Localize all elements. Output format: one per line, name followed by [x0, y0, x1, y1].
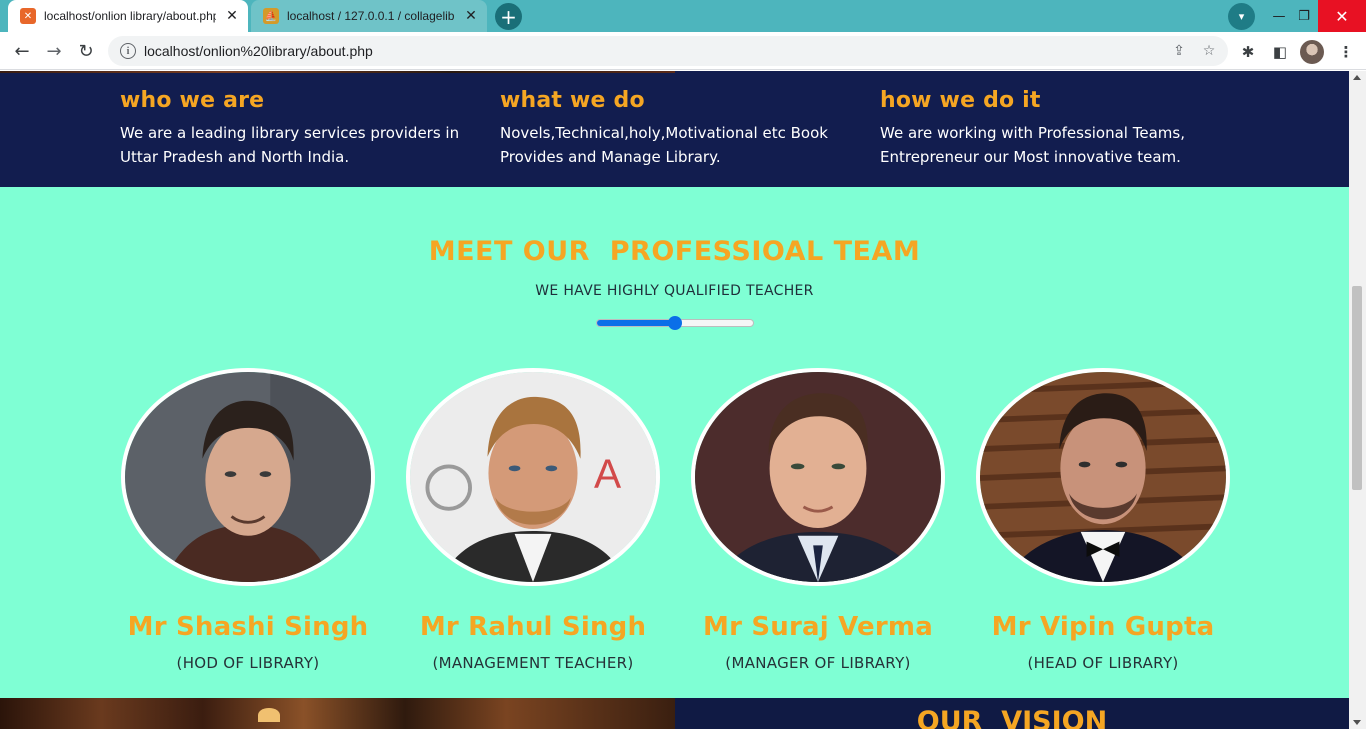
close-tab-icon[interactable]: ✕	[222, 6, 242, 26]
member-photo	[121, 368, 375, 586]
info-text: We are working with Professional Teams, …	[880, 124, 1185, 166]
member-photo: A	[406, 368, 660, 586]
page-viewport: who we are We are a leading library serv…	[0, 71, 1349, 729]
scroll-up-icon[interactable]	[1353, 75, 1361, 80]
side-panel-icon[interactable]: ◧	[1268, 40, 1292, 64]
member-role: (MANAGEMENT TEACHER)	[432, 654, 634, 672]
title-divider-fill	[597, 320, 675, 326]
tab-title: localhost / 127.0.0.1 / collagelibrary	[287, 9, 455, 23]
browser-toolbar: ← → ↻ i localhost/onlion%20library/about…	[0, 32, 1366, 70]
info-text: We are a leading library services provid…	[120, 124, 460, 166]
info-band: who we are We are a leading library serv…	[0, 71, 1349, 187]
xampp-icon: ✕	[20, 8, 36, 24]
page-scrollbar[interactable]	[1349, 71, 1366, 729]
member-name: Mr Suraj Verma	[703, 612, 933, 642]
site-info-icon[interactable]: i	[120, 43, 136, 59]
info-column-what: what we do Novels,Technical,holy,Motivat…	[500, 88, 860, 169]
info-heading: who we are	[120, 88, 265, 113]
team-member-card: Mr Vipin Gupta (HEAD OF LIBRARY)	[973, 368, 1233, 672]
tab-strip: ✕ localhost/onlion library/about.php ✕ ⛵…	[0, 0, 1366, 32]
team-member-card: Mr Suraj Verma (MANAGER OF LIBRARY)	[688, 368, 948, 672]
member-role: (HEAD OF LIBRARY)	[1027, 654, 1179, 672]
tab-search-icon[interactable]: ▾	[1228, 3, 1255, 30]
tab-title: localhost/onlion library/about.php	[44, 9, 216, 23]
close-window-icon[interactable]: ✕	[1318, 0, 1366, 32]
info-text: Novels,Technical,holy,Motivational etc B…	[500, 124, 828, 166]
phpmyadmin-icon: ⛵	[263, 8, 279, 24]
member-role: (MANAGER OF LIBRARY)	[725, 654, 911, 672]
banner-image-edge	[0, 71, 675, 73]
member-role: (HOD OF LIBRARY)	[176, 654, 320, 672]
title-divider	[596, 316, 754, 330]
tab-about[interactable]: ✕ localhost/onlion library/about.php ✕	[8, 0, 248, 32]
library-image	[0, 698, 675, 729]
team-subtitle: WE HAVE HIGHLY QUALIFIED TEACHER	[535, 283, 814, 299]
back-icon[interactable]: ←	[8, 37, 36, 65]
team-member-card: Mr Shashi Singh (HOD OF LIBRARY)	[118, 368, 378, 672]
scrollbar-thumb[interactable]	[1352, 286, 1362, 490]
lamp-graphic	[258, 708, 280, 722]
address-bar[interactable]: i localhost/onlion%20library/about.php ⇪…	[108, 36, 1228, 66]
tab-phpmyadmin[interactable]: ⛵ localhost / 127.0.0.1 / collagelibrary…	[251, 0, 487, 32]
info-heading: what we do	[500, 88, 645, 113]
new-tab-button[interactable]: +	[495, 3, 522, 30]
member-name: Mr Rahul Singh	[419, 612, 647, 642]
team-member-card: A Mr Rahul Singh (MANAGEMENT TEACHER)	[403, 368, 663, 672]
profile-avatar[interactable]	[1300, 40, 1324, 64]
forward-icon[interactable]: →	[40, 37, 68, 65]
team-title: MEET OUR PROFESSIOAL TEAM	[428, 236, 921, 267]
member-photo	[976, 368, 1230, 586]
reload-icon[interactable]: ↻	[72, 37, 100, 65]
more-menu-icon[interactable]: ⋮	[1334, 40, 1358, 64]
info-heading: how we do it	[880, 88, 1041, 113]
vision-section: OUR VISION	[675, 698, 1349, 729]
info-column-who: who we are We are a leading library serv…	[120, 88, 480, 169]
close-tab-icon[interactable]: ✕	[461, 6, 481, 26]
member-name: Mr Shashi Singh	[127, 612, 369, 642]
url-text[interactable]: localhost/onlion%20library/about.php	[144, 43, 1168, 59]
member-name: Mr Vipin Gupta	[991, 612, 1215, 642]
member-photo	[691, 368, 945, 586]
svg-text:A: A	[594, 451, 621, 497]
extensions-icon[interactable]: ✱	[1236, 40, 1260, 64]
bookmark-star-icon[interactable]: ☆	[1198, 40, 1220, 62]
share-icon[interactable]: ⇪	[1168, 40, 1190, 62]
scroll-down-icon[interactable]	[1353, 720, 1361, 725]
info-column-how: how we do it We are working with Profess…	[880, 88, 1240, 169]
title-divider-knob	[668, 316, 682, 330]
vision-title: OUR VISION	[916, 706, 1108, 729]
